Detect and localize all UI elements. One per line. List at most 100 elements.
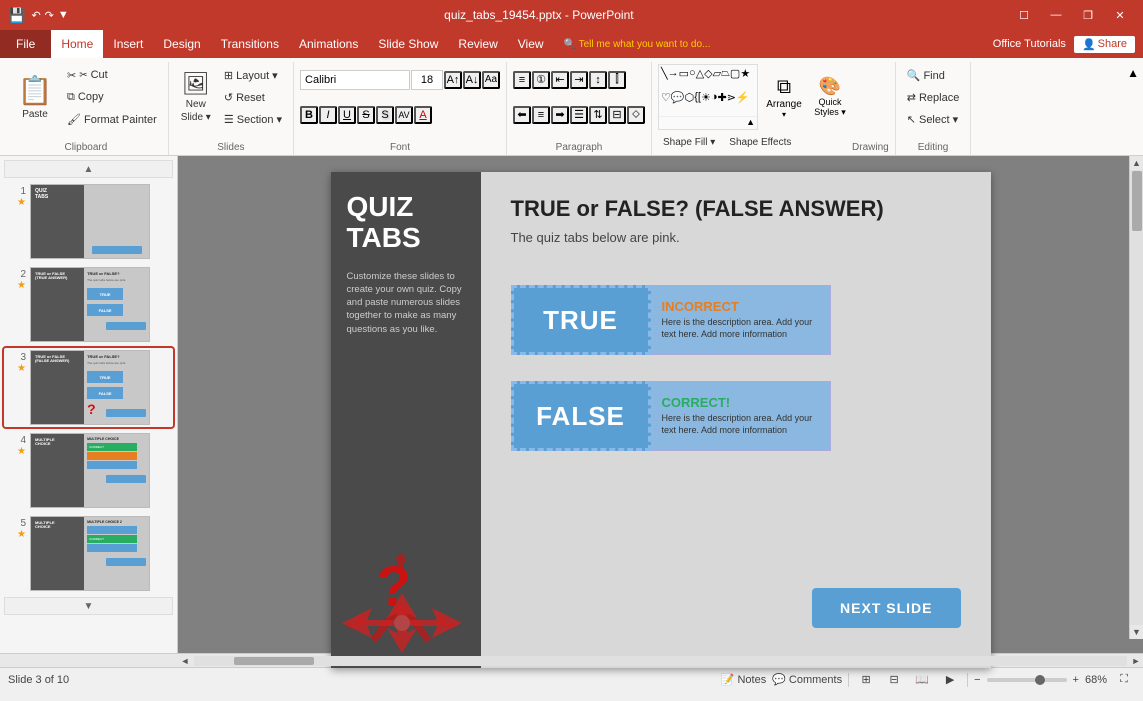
fit-slide-button[interactable]: ⛶ <box>1113 671 1135 689</box>
shape-callout[interactable]: 💬 <box>671 91 685 115</box>
shrink-font-button[interactable]: A↓ <box>463 71 481 89</box>
shape-effects-button[interactable]: Shape Effects <box>724 132 796 152</box>
office-tutorials-link[interactable]: Office Tutorials <box>993 38 1066 50</box>
slide-thumb-4[interactable]: 4 ★ MULTIPLECHOICE MULTIPLE CHOICE CORRE… <box>4 431 173 510</box>
undo-button[interactable]: ↶ <box>31 9 40 22</box>
shapes-expand-icon[interactable]: ▲ <box>746 117 755 127</box>
scroll-left-arrow[interactable]: ◄ <box>178 654 192 668</box>
section-button[interactable]: ☰ Section ▾ <box>219 109 287 129</box>
h-scroll-thumb[interactable] <box>234 657 314 665</box>
shape-arrow[interactable]: → <box>668 67 679 91</box>
arrange-button[interactable]: ⧉ Arrange ▾ <box>760 64 808 130</box>
menu-view[interactable]: View <box>508 30 554 58</box>
font-color-button[interactable]: A <box>414 106 432 124</box>
shape-moon[interactable]: ◑ <box>711 91 718 115</box>
select-button[interactable]: ↖ Select ▾ <box>902 109 965 129</box>
format-painter-button[interactable]: 🖌 Format Painter <box>62 109 162 129</box>
align-center-button[interactable]: ≡ <box>532 106 550 124</box>
shape-oval[interactable]: ○ <box>689 67 696 91</box>
bold-button[interactable]: B <box>300 106 318 124</box>
shape-round-rect[interactable]: ▢ <box>730 67 740 91</box>
increase-indent-button[interactable]: ⇥ <box>570 71 588 89</box>
menu-review[interactable]: Review <box>448 30 507 58</box>
bullets-button[interactable]: ≡ <box>513 71 531 89</box>
shadow-button[interactable]: S <box>376 106 394 124</box>
menu-transitions[interactable]: Transitions <box>211 30 289 58</box>
shape-line[interactable]: ╲ <box>661 67 668 91</box>
normal-view-button[interactable]: ⊞ <box>855 671 877 689</box>
new-slide-button[interactable]: 🖼 New Slide ▾ <box>175 64 217 130</box>
columns-button[interactable]: ⫿ <box>608 71 626 89</box>
quick-styles-button[interactable]: 🎨 QuickStyles ▾ <box>810 64 850 130</box>
shape-fill-button[interactable]: Shape Fill ▾ <box>658 132 720 152</box>
zoom-slider[interactable] <box>987 678 1067 682</box>
scroll-thumb[interactable] <box>1132 171 1142 231</box>
close-button[interactable]: ✕ <box>1105 5 1135 25</box>
ribbon-collapse-button[interactable]: ▲ <box>1123 62 1143 155</box>
font-name-input[interactable] <box>300 70 410 90</box>
align-left-button[interactable]: ⬅ <box>513 106 531 124</box>
justify-button[interactable]: ☰ <box>570 106 588 124</box>
shape-sun[interactable]: ☀ <box>701 91 711 115</box>
maximize-button[interactable]: ❒ <box>1073 5 1103 25</box>
restore-button[interactable]: ☐ <box>1009 5 1039 25</box>
underline-button[interactable]: U <box>338 106 356 124</box>
minimize-button[interactable]: — <box>1041 5 1071 25</box>
slide-thumb-5[interactable]: 5 ★ MULTIPLECHOICE MULTIPLE CHOICE 2 COR… <box>4 514 173 593</box>
slide-thumb-3[interactable]: 3 ★ TRUE or FALSE(FALSE ANSWER) TRUE or … <box>4 348 173 427</box>
notes-button[interactable]: 📝 Notes <box>721 673 766 686</box>
slide-thumb-2[interactable]: 2 ★ TRUE or FALSE(TRUE ANSWER) TRUE or F… <box>4 265 173 344</box>
shape-star[interactable]: ★ <box>740 67 750 91</box>
zoom-out-icon[interactable]: − <box>974 674 980 686</box>
comments-button[interactable]: 💬 Comments <box>772 673 842 686</box>
shape-rect[interactable]: ▭ <box>679 67 689 91</box>
menu-design[interactable]: Design <box>153 30 210 58</box>
share-button[interactable]: 👤 Share <box>1074 36 1135 53</box>
numbering-button[interactable]: ① <box>532 71 550 89</box>
shape-para[interactable]: ▱ <box>713 67 721 91</box>
reset-button[interactable]: ↺ Reset <box>219 87 287 107</box>
panel-scroll-up[interactable]: ▲ <box>4 160 173 178</box>
clear-format-button[interactable]: Aa <box>482 71 500 89</box>
copy-button[interactable]: ⧉ Copy <box>62 87 162 107</box>
text-direction-button[interactable]: ⇅ <box>589 106 607 124</box>
replace-button[interactable]: ⇄ Replace <box>902 87 965 107</box>
menu-insert[interactable]: Insert <box>103 30 153 58</box>
scroll-down-arrow[interactable]: ▼ <box>1130 625 1143 639</box>
scroll-right-arrow[interactable]: ► <box>1129 654 1143 668</box>
true-answer-tab[interactable]: TRUE INCORRECT Here is the description a… <box>511 285 831 355</box>
italic-button[interactable]: I <box>319 106 337 124</box>
reading-view-button[interactable]: 📖 <box>911 671 933 689</box>
scroll-up-arrow[interactable]: ▲ <box>1130 156 1143 170</box>
cut-button[interactable]: ✂ ✂ Cut <box>62 65 162 85</box>
menu-file[interactable]: File <box>0 30 51 58</box>
slide-sorter-button[interactable]: ⊟ <box>883 671 905 689</box>
char-spacing-button[interactable]: AV <box>395 106 413 124</box>
zoom-in-icon[interactable]: + <box>1073 674 1079 686</box>
smartart-button[interactable]: ⬦ <box>627 106 645 124</box>
align-text-button[interactable]: ⊟ <box>608 106 626 124</box>
customize-button[interactable]: ▼ <box>58 9 69 21</box>
menu-search[interactable]: 🔍 Tell me what you want to do... <box>554 30 721 58</box>
shape-trap[interactable]: ⏢ <box>721 67 730 91</box>
menu-slideshow[interactable]: Slide Show <box>368 30 448 58</box>
shape-diamond[interactable]: ◇ <box>704 67 712 91</box>
font-size-input[interactable] <box>411 70 443 90</box>
shapes-gallery[interactable]: ╲ → ▭ ○ △ ◇ ▱ ⏢ ▢ ★ ♡ 💬 ⬡ { [ <box>658 64 758 130</box>
save-icon[interactable]: 💾 <box>8 7 25 24</box>
shape-cube[interactable]: ⬡ <box>685 91 695 115</box>
next-slide-button[interactable]: NEXT SLIDE <box>812 588 960 628</box>
redo-button[interactable]: ↷ <box>45 9 54 22</box>
menu-animations[interactable]: Animations <box>289 30 368 58</box>
find-button[interactable]: 🔍 Find <box>902 65 965 85</box>
panel-scroll-down[interactable]: ▼ <box>4 597 173 615</box>
align-right-button[interactable]: ➡ <box>551 106 569 124</box>
decrease-indent-button[interactable]: ⇤ <box>551 71 569 89</box>
shape-triangle[interactable]: △ <box>696 67 704 91</box>
slideshow-button[interactable]: ▶ <box>939 671 961 689</box>
false-answer-tab[interactable]: FALSE CORRECT! Here is the description a… <box>511 381 831 451</box>
zoom-thumb[interactable] <box>1035 675 1045 685</box>
paste-button[interactable]: 📋 Paste <box>10 64 60 130</box>
shape-chevron[interactable]: ⋗ <box>727 91 736 115</box>
shape-heart[interactable]: ♡ <box>661 91 671 115</box>
